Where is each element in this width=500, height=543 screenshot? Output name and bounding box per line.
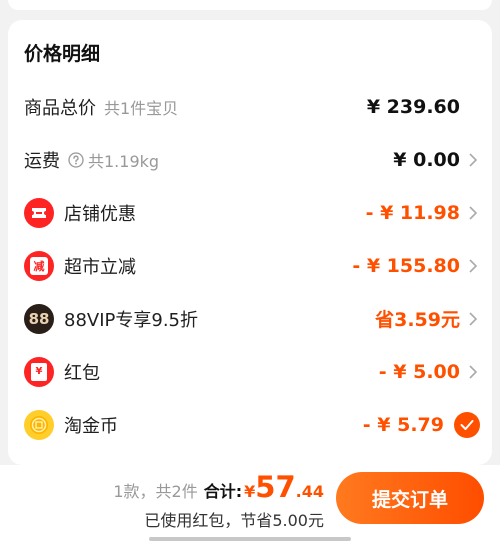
row-supermarket-discount[interactable]: 减 超市立减 - ¥ 155.80 bbox=[8, 239, 492, 292]
row-label: 店铺优惠 bbox=[64, 203, 136, 225]
row-taojinbi[interactable]: 淘金币 - ¥ 5.79 bbox=[8, 398, 492, 451]
hongbao-amount: - ¥ 5.00 bbox=[378, 360, 460, 383]
total-summary: 1款，共2件 合计: ¥ 57 .44 bbox=[113, 473, 324, 502]
card-title: 价格明细 bbox=[24, 43, 101, 65]
total-decimal: .44 bbox=[295, 482, 324, 501]
supermarket-discount-amount: - ¥ 155.80 bbox=[352, 254, 460, 277]
red-envelope-icon: ¥ bbox=[24, 356, 54, 387]
row-label: 红包 bbox=[64, 362, 100, 384]
row-shipping[interactable]: 运费 共1.19kg ¥ 0.00 bbox=[8, 133, 492, 186]
row-label: 超市立减 bbox=[64, 256, 136, 278]
chevron-right-icon bbox=[466, 309, 480, 329]
vip-saving-amount: 省3.59元 bbox=[375, 309, 460, 331]
shipping-amount: ¥ 0.00 bbox=[393, 148, 460, 171]
chevron-right-icon bbox=[466, 203, 480, 223]
question-circle-icon[interactable] bbox=[68, 151, 84, 168]
row-shop-discount[interactable]: 店铺优惠 - ¥ 11.98 bbox=[8, 186, 492, 239]
row-88vip[interactable]: 88 88VIP专享9.5折 省3.59元 bbox=[8, 292, 492, 345]
88vip-badge-icon: 88 bbox=[24, 303, 54, 334]
price-detail-card: 价格明细 商品总价 共1件宝贝 ¥ 239.60 运费 共1.19kg ¥ 0.… bbox=[8, 20, 492, 465]
row-goods-total: 商品总价 共1件宝贝 ¥ 239.60 bbox=[8, 80, 492, 133]
row-sub: 共1.19kg bbox=[88, 151, 160, 171]
saving-note: 已使用红包，节省5.00元 bbox=[144, 511, 324, 530]
shop-discount-amount: - ¥ 11.98 bbox=[365, 201, 460, 224]
taojinbi-amount: - ¥ 5.79 bbox=[362, 413, 444, 436]
item-count: 1款，共2件 bbox=[113, 482, 198, 501]
row-label: 商品总价 bbox=[24, 97, 96, 119]
row-label: 淘金币 bbox=[64, 415, 118, 437]
row-hongbao[interactable]: ¥ 红包 - ¥ 5.00 bbox=[8, 345, 492, 398]
ticket-icon bbox=[24, 197, 54, 228]
row-sub: 共1件宝贝 bbox=[104, 98, 179, 118]
goods-total-amount: ¥ 239.60 bbox=[366, 95, 460, 118]
chevron-right-icon bbox=[466, 362, 480, 382]
discount-badge-icon: 减 bbox=[24, 250, 54, 281]
total-currency: ¥ bbox=[244, 482, 256, 501]
gold-coin-icon bbox=[24, 409, 54, 440]
row-label: 88VIP专享9.5折 bbox=[64, 309, 199, 331]
submit-order-button[interactable]: 提交订单 bbox=[336, 472, 484, 524]
row-label: 运费 bbox=[24, 150, 60, 172]
chevron-right-icon bbox=[466, 150, 480, 170]
total-label: 合计: bbox=[203, 482, 243, 501]
previous-card-edge bbox=[8, 0, 492, 10]
home-indicator bbox=[149, 537, 351, 541]
chevron-right-icon bbox=[466, 256, 480, 276]
total-integer: 57 bbox=[255, 470, 296, 504]
checkmark-icon[interactable] bbox=[454, 411, 480, 438]
bottom-bar: 1款，共2件 合计: ¥ 57 .44 已使用红包，节省5.00元 提交订单 bbox=[0, 465, 500, 543]
